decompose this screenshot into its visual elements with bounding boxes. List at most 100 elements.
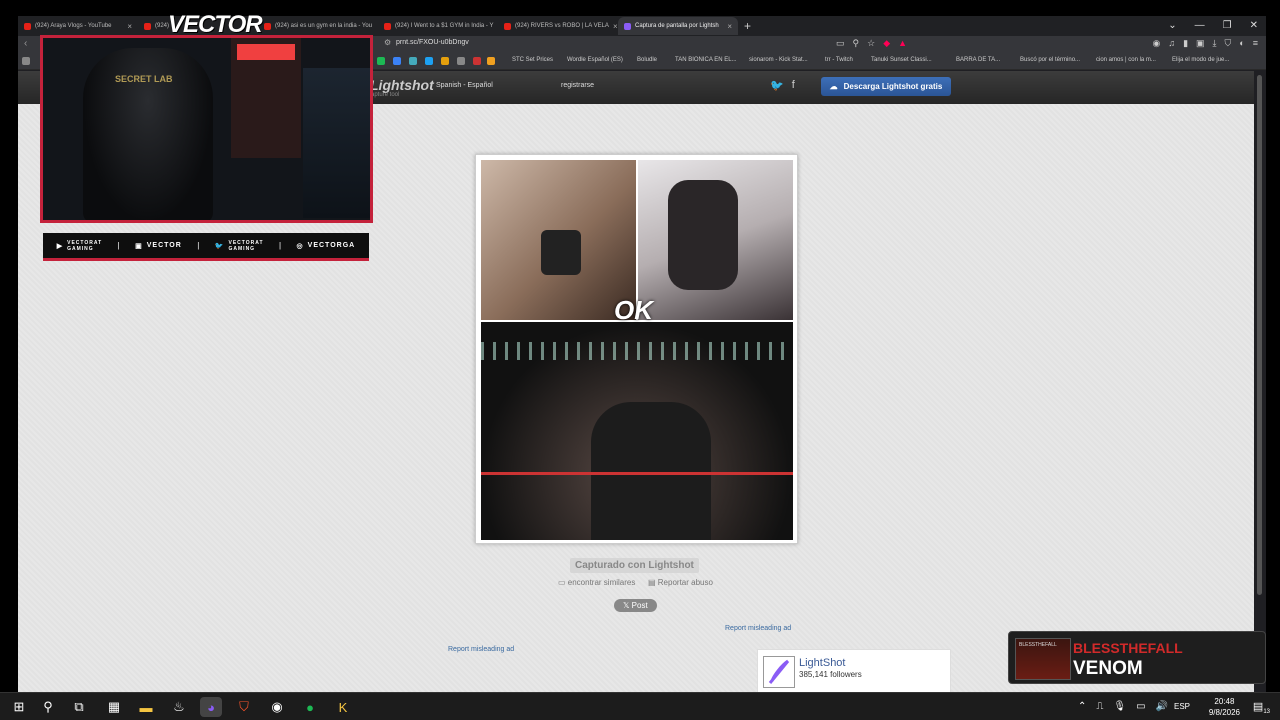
screenshot-image[interactable]: OK — [475, 154, 798, 544]
bookmark-item[interactable]: cion amos | con la m... — [1096, 57, 1156, 63]
bookmark-icon[interactable] — [441, 57, 449, 65]
menu-icon[interactable]: ≡ — [1253, 38, 1258, 49]
discord-icon[interactable]: ◕ — [200, 697, 222, 717]
tab-search-icon[interactable]: ⌄ — [1168, 20, 1176, 31]
apps-icon[interactable] — [22, 57, 30, 65]
report-label: Reportar abuso — [657, 578, 713, 587]
usb-icon[interactable]: ⎍ — [1096, 701, 1103, 712]
download-icon[interactable]: ⤓ — [1213, 38, 1217, 49]
close-icon[interactable]: × — [613, 22, 618, 31]
download-button[interactable]: ☁ Descarga Lightshot gratis — [821, 77, 951, 96]
bookmark-item[interactable]: Elija el modo de jue... — [1172, 57, 1229, 63]
person-shape — [668, 180, 738, 290]
report-ad-link[interactable]: Report misleading ad — [448, 646, 514, 653]
bookmark-item[interactable]: STC Set Prices — [512, 57, 553, 63]
bookmark-icon[interactable] — [377, 57, 385, 65]
file-explorer-icon[interactable]: ▬ — [135, 697, 157, 717]
bookmark-item[interactable]: sionarom - Kick Stat... — [749, 57, 808, 63]
install-icon[interactable]: ▭ — [836, 38, 845, 49]
fb-followers: 385,141 followers — [799, 670, 862, 679]
bookmark-item[interactable]: TAN BIONICA EN EL... — [675, 57, 737, 63]
notification-icon[interactable]: ▤13 — [1253, 700, 1270, 715]
new-tab-button[interactable]: + — [738, 19, 757, 33]
back-icon[interactable]: ‹ — [24, 38, 27, 49]
brave-shield-icon[interactable]: ◆ — [883, 38, 890, 49]
bookmark-icon[interactable] — [425, 57, 433, 65]
profile-icon[interactable]: ◐ — [1239, 38, 1244, 49]
bookmark-item[interactable]: trr - Twitch — [825, 57, 853, 63]
bookmark-item[interactable]: Buscó por el término... — [1020, 57, 1080, 63]
social-line: VECTORAT — [228, 239, 264, 246]
brave-rewards-icon[interactable]: ▲ — [898, 38, 907, 49]
site-logo[interactable]: Lightshot — [370, 77, 434, 93]
bookmark-item[interactable]: Tanuki Sunset Classi... — [871, 57, 932, 63]
tab[interactable]: (924) I Went to a $1 GYM in India - Y — [378, 17, 498, 35]
feather-icon[interactable] — [763, 656, 795, 688]
bookmark-item[interactable]: BARRA DE TA... — [956, 57, 1000, 63]
wallet-icon[interactable]: ▣ — [1196, 38, 1205, 49]
album-art: BLESSTHEFALL — [1015, 638, 1071, 680]
sidebar-icon[interactable]: ▮ — [1183, 38, 1188, 49]
scrollbar-thumb[interactable] — [1257, 75, 1262, 595]
find-similar-link[interactable]: ▭ encontrar similares — [558, 578, 635, 587]
captured-label: Capturado con Lightshot — [570, 558, 699, 573]
tab-label: (924) Araya Vlogs - YouTube — [35, 23, 112, 29]
restore-button[interactable]: ❐ — [1223, 20, 1232, 31]
tab-active[interactable]: Captura de pantalla por Lightsh × — [618, 17, 738, 35]
system-tray: ⌃ ⎍ 🎙 ▭ 🔊 — [1078, 701, 1168, 712]
obs-icon[interactable]: ◉ — [266, 697, 288, 717]
spotify-icon[interactable]: ● — [299, 697, 321, 717]
close-window-button[interactable]: ✕ — [1250, 20, 1258, 31]
tab[interactable]: (924) Araya Vlogs - YouTube × — [18, 17, 138, 35]
social-twitch: ▣ VECTOR — [135, 242, 182, 250]
bookmark-icon[interactable] — [409, 57, 417, 65]
bookmark-item[interactable]: Wordle Español (ES) — [567, 57, 623, 63]
report-abuse-link[interactable]: ▤ Reportar abuso — [648, 578, 713, 587]
app-k-icon[interactable]: K — [332, 697, 354, 717]
search-icon[interactable]: ⚲ — [37, 697, 59, 717]
close-icon[interactable]: × — [727, 22, 732, 31]
fb-page-name[interactable]: LightShot — [799, 657, 845, 669]
scrollbar[interactable] — [1254, 71, 1266, 692]
clock[interactable]: 20:48 9/8/2026 — [1209, 696, 1240, 718]
extension-icon[interactable]: ◉ — [1152, 38, 1160, 49]
register-link[interactable]: registrarse — [561, 82, 594, 89]
network-icon[interactable]: ▭ — [1136, 701, 1145, 712]
photo-panel-top-left — [481, 160, 636, 320]
x-post-button[interactable]: 𝕏 Post — [614, 599, 657, 612]
youtube-icon — [264, 22, 271, 30]
vpn-icon[interactable]: ⛉ — [1225, 38, 1232, 49]
task-view-icon[interactable]: ⧉ — [68, 697, 90, 717]
tab[interactable]: (924) asi es un gym en la india - You — [258, 17, 378, 35]
site-info-icon[interactable]: ⚙ — [384, 38, 391, 47]
bookmark-item[interactable]: Boludle — [637, 57, 657, 63]
chevron-up-icon[interactable]: ⌃ — [1078, 701, 1086, 712]
bookmark-icon[interactable] — [393, 57, 401, 65]
separator: | — [197, 241, 200, 250]
input-language[interactable]: ESP — [1174, 702, 1190, 711]
brave-icon[interactable]: ⛉ — [233, 697, 255, 717]
language-select[interactable]: Spanish - Español — [436, 82, 493, 89]
report-ad-link[interactable]: Report misleading ad — [725, 625, 791, 632]
media-icon[interactable]: ♫ — [1168, 38, 1175, 49]
bookmark-icon[interactable] — [457, 57, 465, 65]
bookmark-icon[interactable] — [487, 57, 495, 65]
bookmark-star-icon[interactable]: ☆ — [867, 38, 875, 49]
app-icon[interactable]: ▦ — [103, 697, 125, 717]
url-field[interactable]: prnt.sc/FXOU-u0bDngv — [396, 39, 469, 46]
zoom-icon[interactable]: ⚲ — [853, 38, 860, 49]
windows-start-icon[interactable]: ⊞ — [8, 697, 30, 717]
facebook-icon[interactable]: f — [792, 79, 795, 92]
bookmark-icon[interactable] — [473, 57, 481, 65]
steam-icon[interactable]: ♨ — [168, 697, 190, 717]
tab-label: (924) — [155, 23, 170, 29]
volume-icon[interactable]: 🔊 — [1156, 701, 1168, 712]
arena-lights — [481, 342, 793, 360]
microphone-icon[interactable]: 🎙 — [1113, 701, 1126, 712]
tab[interactable]: (924) RIVERS vs ROBO | LA VELA × — [498, 17, 618, 35]
minimize-button[interactable]: — — [1195, 20, 1205, 31]
close-icon[interactable]: × — [127, 22, 132, 31]
twitter-icon[interactable]: 🐦 — [770, 79, 784, 92]
social-line: VECTORAT — [67, 239, 103, 246]
social-line: VECTORGA — [307, 242, 356, 249]
